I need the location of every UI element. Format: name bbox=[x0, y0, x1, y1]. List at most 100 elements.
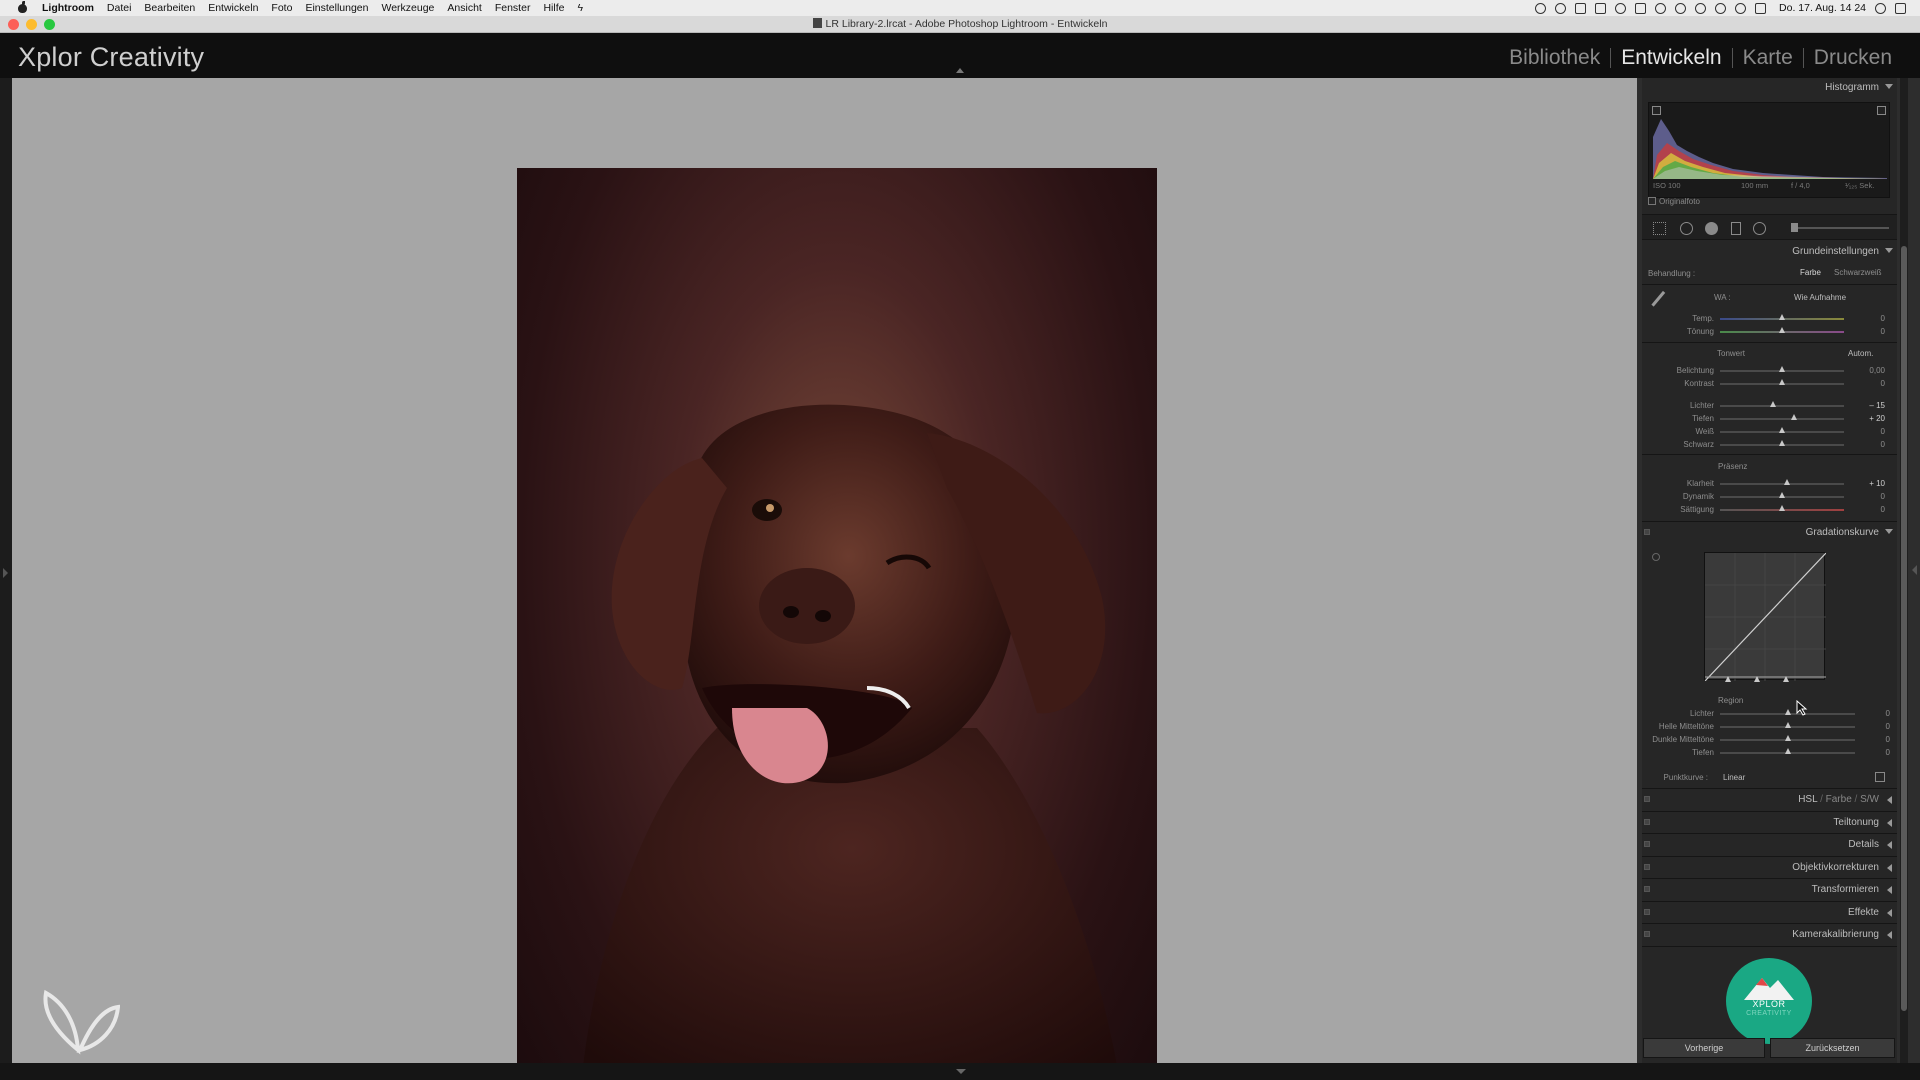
vibrance-slider-knob[interactable] bbox=[1779, 492, 1785, 498]
highlights-slider-knob[interactable] bbox=[1770, 401, 1776, 407]
curve-split-knob[interactable] bbox=[1783, 676, 1789, 682]
photo-canvas[interactable] bbox=[12, 78, 1637, 1080]
temp-value[interactable]: 0 bbox=[1855, 314, 1885, 323]
saturation-slider-knob[interactable] bbox=[1779, 505, 1785, 511]
curve-darks-value[interactable]: 0 bbox=[1860, 735, 1890, 744]
info-icon[interactable] bbox=[1675, 2, 1687, 14]
calibration-header[interactable]: Kamerakalibrierung bbox=[1642, 925, 1897, 945]
panel-switch-icon[interactable] bbox=[1644, 819, 1650, 825]
module-drucken[interactable]: Drucken bbox=[1804, 46, 1902, 70]
exposure-value[interactable]: 0,00 bbox=[1855, 366, 1885, 375]
contrast-slider-knob[interactable] bbox=[1779, 379, 1785, 385]
menu-foto[interactable]: Foto bbox=[271, 2, 292, 14]
graduated-filter-icon[interactable] bbox=[1731, 222, 1741, 235]
record-icon[interactable] bbox=[1535, 2, 1547, 14]
adjustment-brush-icon[interactable] bbox=[1791, 223, 1798, 232]
hsl-header[interactable]: HSL / Farbe / S/W bbox=[1642, 790, 1897, 810]
curve-split-knob[interactable] bbox=[1754, 676, 1760, 682]
wb-select[interactable]: Wie Aufnahme bbox=[1794, 293, 1846, 302]
scrollbar-thumb[interactable] bbox=[1901, 246, 1907, 1011]
spotlight-icon[interactable] bbox=[1875, 2, 1886, 14]
shadows-value[interactable]: + 20 bbox=[1855, 414, 1885, 423]
bluetooth-icon[interactable] bbox=[1715, 2, 1727, 14]
crop-icon[interactable] bbox=[1653, 222, 1666, 235]
curve-shadows-knob[interactable] bbox=[1785, 748, 1791, 754]
treatment-color-button[interactable]: Farbe bbox=[1800, 268, 1821, 277]
right-panel-toggle-icon[interactable] bbox=[1912, 565, 1917, 575]
red-eye-icon[interactable] bbox=[1705, 222, 1718, 235]
menu-werkzeuge[interactable]: Werkzeuge bbox=[381, 2, 434, 14]
whites-slider-knob[interactable] bbox=[1779, 427, 1785, 433]
treatment-bw-button[interactable]: Schwarzweiß bbox=[1834, 268, 1882, 277]
white-balance-picker-icon[interactable] bbox=[1651, 290, 1671, 312]
highlights-slider[interactable] bbox=[1720, 405, 1844, 407]
panel-switch-icon[interactable] bbox=[1644, 529, 1650, 535]
curve-split-knob[interactable] bbox=[1725, 676, 1731, 682]
menu-hilfe[interactable]: Hilfe bbox=[543, 2, 564, 14]
reset-button[interactable]: Zurücksetzen bbox=[1770, 1038, 1895, 1058]
shadows-slider[interactable] bbox=[1720, 418, 1844, 420]
lightning-icon[interactable]: ϟ bbox=[577, 2, 583, 14]
menubar-clock[interactable]: Do. 17. Aug. 14 24 bbox=[1779, 2, 1866, 14]
previous-button[interactable]: Vorherige bbox=[1643, 1038, 1765, 1058]
module-karte[interactable]: Karte bbox=[1733, 46, 1803, 70]
effects-header[interactable]: Effekte bbox=[1642, 903, 1897, 923]
tint-slider-knob[interactable] bbox=[1779, 327, 1785, 333]
exposure-slider-knob[interactable] bbox=[1779, 366, 1785, 372]
left-panel-toggle-icon[interactable] bbox=[3, 568, 8, 578]
volume-icon[interactable] bbox=[1755, 2, 1767, 14]
point-curve-select[interactable]: Linear bbox=[1723, 773, 1745, 782]
menu-app[interactable]: Lightroom bbox=[42, 2, 94, 14]
menu-entwickeln[interactable]: Entwickeln bbox=[208, 2, 258, 14]
histogram-header[interactable]: Histogramm bbox=[1642, 78, 1897, 98]
right-panel-scrollbar[interactable] bbox=[1900, 78, 1908, 1063]
time-machine-icon[interactable] bbox=[1695, 2, 1707, 14]
contrast-value[interactable]: 0 bbox=[1855, 379, 1885, 388]
blacks-slider-knob[interactable] bbox=[1779, 440, 1785, 446]
clarity-slider[interactable] bbox=[1720, 483, 1844, 485]
tint-value[interactable]: 0 bbox=[1855, 327, 1885, 336]
histogram[interactable]: ISO 100 100 mm f / 4,0 ¹⁄₁₂₅ Sek. bbox=[1648, 102, 1890, 198]
tone-curve-header[interactable]: Gradationskurve bbox=[1642, 523, 1897, 543]
module-bibliothek[interactable]: Bibliothek bbox=[1499, 46, 1610, 70]
brush-slider-track[interactable] bbox=[1791, 227, 1889, 229]
hsl-color-tab[interactable]: Farbe bbox=[1826, 794, 1852, 805]
radial-filter-icon[interactable] bbox=[1753, 222, 1766, 235]
filmstrip-toggle-icon[interactable] bbox=[956, 1069, 966, 1074]
curve-highlights-knob[interactable] bbox=[1785, 709, 1791, 715]
auto-tone-button[interactable]: Autom. bbox=[1848, 349, 1873, 358]
wifi-icon[interactable] bbox=[1735, 2, 1747, 14]
panel-switch-icon[interactable] bbox=[1644, 886, 1650, 892]
circle-icon[interactable] bbox=[1655, 2, 1667, 14]
curve-darks-knob[interactable] bbox=[1785, 735, 1791, 741]
curve-lights-value[interactable]: 0 bbox=[1860, 722, 1890, 731]
dropbox-icon[interactable] bbox=[1575, 2, 1587, 14]
details-header[interactable]: Details bbox=[1642, 835, 1897, 855]
saturation-value[interactable]: 0 bbox=[1855, 505, 1885, 514]
transform-header[interactable]: Transformieren bbox=[1642, 880, 1897, 900]
panel-switch-icon[interactable] bbox=[1644, 841, 1650, 847]
lens-corrections-header[interactable]: Objektivkorrekturen bbox=[1642, 858, 1897, 878]
shadows-slider-knob[interactable] bbox=[1791, 414, 1797, 420]
top-panel-toggle-icon[interactable] bbox=[956, 68, 964, 73]
spot-removal-icon[interactable] bbox=[1680, 222, 1693, 235]
module-entwickeln[interactable]: Entwickeln bbox=[1611, 46, 1731, 70]
menu-datei[interactable]: Datei bbox=[107, 2, 132, 14]
panel-switch-icon[interactable] bbox=[1644, 796, 1650, 802]
clarity-slider-knob[interactable] bbox=[1784, 479, 1790, 485]
hsl-bw-tab[interactable]: S/W bbox=[1860, 794, 1879, 805]
split-toning-header[interactable]: Teiltonung bbox=[1642, 813, 1897, 833]
vibrance-value[interactable]: 0 bbox=[1855, 492, 1885, 501]
curve-shadows-value[interactable]: 0 bbox=[1860, 748, 1890, 757]
cloud-icon[interactable] bbox=[1555, 2, 1567, 14]
battery-icon[interactable] bbox=[1635, 2, 1647, 14]
original-photo-toggle[interactable]: Originalfoto bbox=[1648, 197, 1700, 206]
whites-value[interactable]: 0 bbox=[1855, 427, 1885, 436]
panel-switch-icon[interactable] bbox=[1644, 864, 1650, 870]
panel-switch-icon[interactable] bbox=[1644, 909, 1650, 915]
menu-bearbeiten[interactable]: Bearbeiten bbox=[144, 2, 195, 14]
hsl-tab[interactable]: HSL bbox=[1798, 794, 1817, 805]
user-icon[interactable] bbox=[1595, 2, 1607, 14]
point-curve-edit-icon[interactable] bbox=[1875, 772, 1885, 782]
apple-icon[interactable] bbox=[16, 1, 30, 14]
